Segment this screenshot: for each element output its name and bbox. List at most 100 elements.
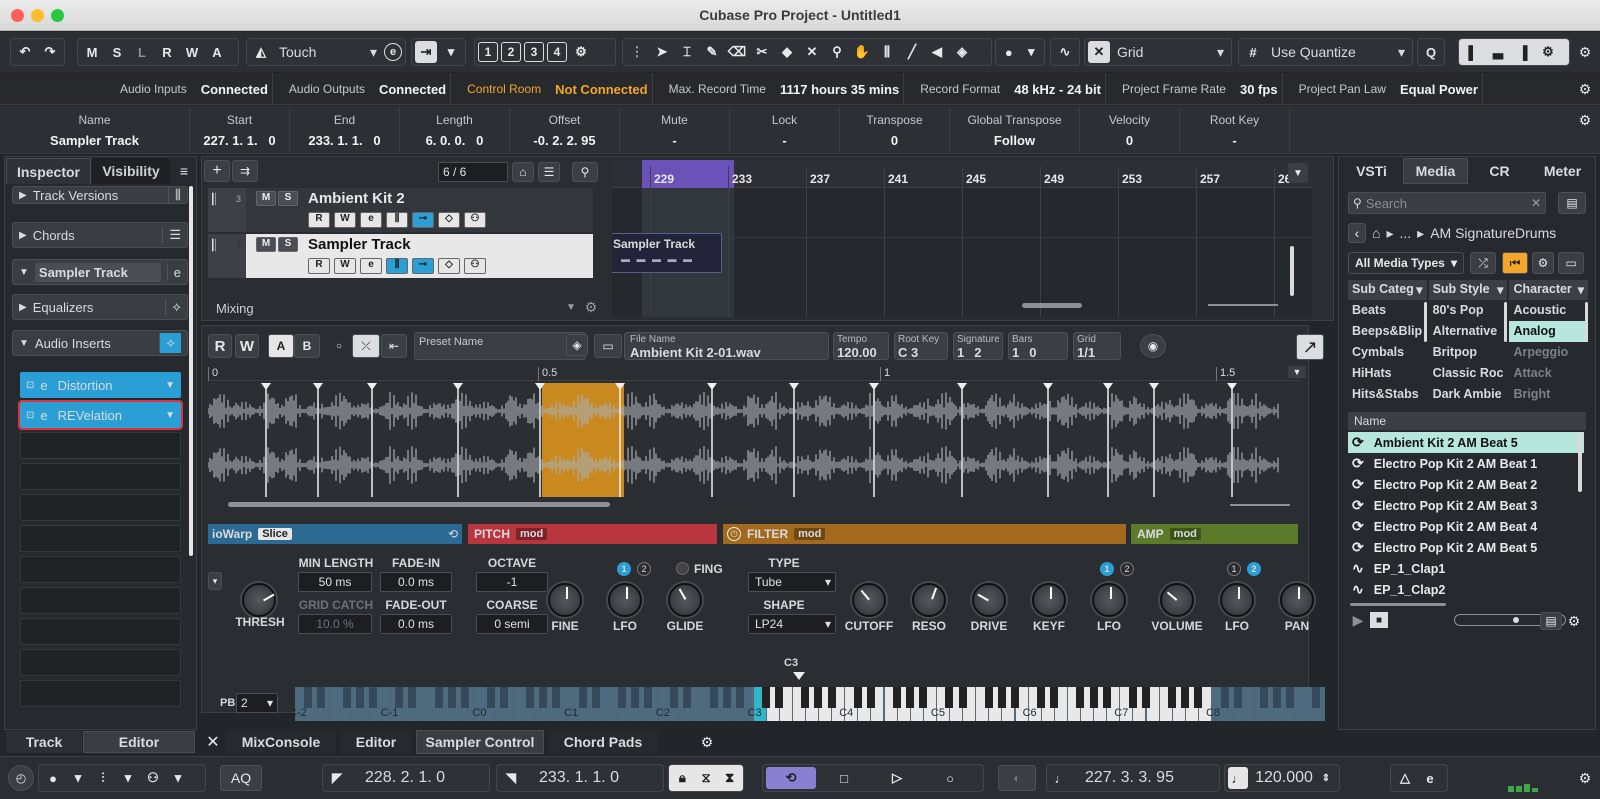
black-key[interactable] xyxy=(552,687,561,708)
sampler-track-event[interactable]: Sampler Track ▬ ▬ ▬ ▬ ▬ xyxy=(612,233,722,273)
record-mode-icon[interactable]: ● xyxy=(42,767,64,789)
media-back-icon[interactable]: ‹ xyxy=(1348,223,1366,243)
status-item[interactable]: Project Frame Rate 30 fps xyxy=(1122,73,1283,105)
track-folder-button[interactable]: ⚇ xyxy=(464,258,486,274)
media-filter-item[interactable]: Bright xyxy=(1509,384,1588,405)
track-write-button[interactable]: W xyxy=(334,212,356,228)
black-key[interactable] xyxy=(827,687,836,708)
empty-insert-slot[interactable] xyxy=(20,618,181,645)
insert-edit-icon[interactable]: e xyxy=(40,378,47,393)
fade-out-field[interactable]: 0.0 ms xyxy=(380,614,452,634)
inspector-scrollbar[interactable] xyxy=(189,186,193,556)
black-key[interactable] xyxy=(526,687,535,708)
media-file-item[interactable]: ⟳ Ambient Kit 2 AM Beat 5 xyxy=(1348,432,1584,453)
param-tempo[interactable]: Tempo 120.00 xyxy=(833,332,889,360)
inspector-menu-icon[interactable]: ≡ xyxy=(175,162,193,180)
comp-icon[interactable]: ⫼ xyxy=(876,41,898,63)
metronome-sync-icon[interactable]: ◐ xyxy=(998,765,1036,791)
info-field-lock[interactable]: Lock - xyxy=(730,106,840,154)
slice-marker-handle[interactable] xyxy=(869,383,879,390)
column-scrollbar[interactable] xyxy=(1585,302,1588,342)
track-mute-button[interactable]: M xyxy=(256,191,276,206)
redo-icon[interactable]: ↷ xyxy=(39,41,61,63)
track-edit-button[interactable]: e xyxy=(360,258,382,274)
preview-options-icon[interactable]: ▤ xyxy=(1540,612,1562,630)
zoom-tool-icon[interactable]: ⚲ xyxy=(826,41,848,63)
add-track-icon[interactable]: + xyxy=(204,160,230,182)
inspector-section-audio-inserts[interactable]: ▼ Audio Inserts ⟡ xyxy=(12,330,188,356)
filter-power-icon[interactable]: ⏻ xyxy=(727,527,741,541)
track-lane-button[interactable]: ◇ xyxy=(438,212,460,228)
black-key[interactable] xyxy=(1286,687,1294,708)
warp-mode-badge[interactable]: Slice xyxy=(258,528,292,540)
waveform-display[interactable] xyxy=(208,383,1300,497)
black-key[interactable] xyxy=(591,687,600,708)
info-field-transpose[interactable]: Transpose 0 xyxy=(840,106,950,154)
black-key[interactable] xyxy=(1272,687,1281,708)
transport-settings-icon[interactable]: ⚙ xyxy=(1575,768,1595,788)
info-field-velocity[interactable]: Velocity 0 xyxy=(1080,106,1180,154)
slice-marker-handle[interactable] xyxy=(313,383,323,390)
snap-icon[interactable]: ✕ xyxy=(1088,41,1110,63)
object-selection-icon[interactable]: ➤ xyxy=(651,41,673,63)
pan-knob[interactable] xyxy=(1280,583,1314,617)
empty-insert-slot[interactable] xyxy=(20,432,181,459)
tempo-stepper-icon[interactable]: ⇕ xyxy=(1316,767,1336,789)
track-inout-button[interactable]: ⊸ xyxy=(412,212,434,228)
lower-tab-editor[interactable]: Editor xyxy=(340,730,412,754)
track-search-icon[interactable]: ⚲ xyxy=(572,162,598,182)
filter-lfo2-indicator[interactable]: 2 xyxy=(1120,562,1134,576)
inspector-section-track-versions[interactable]: ▶ Track Versions ⫼ xyxy=(12,186,188,204)
sample-ruler-menu-icon[interactable]: ▼ xyxy=(1288,366,1306,378)
filter-mod-badge[interactable]: mod xyxy=(794,528,826,540)
black-key[interactable] xyxy=(617,687,626,708)
tab-visibility[interactable]: Visibility xyxy=(92,158,170,184)
snap-zero-crossing-icon[interactable]: ∿ xyxy=(1054,41,1076,63)
left-locator-display[interactable]: 228. 2. 1. 0 xyxy=(351,769,445,787)
record-enable-icon[interactable]: ◉ xyxy=(1140,334,1166,358)
auto-quantize-button[interactable]: AQ xyxy=(220,765,262,791)
media-view-icon[interactable]: ▤ xyxy=(1558,192,1586,214)
inspector-section-chords[interactable]: ▶ Chords ☰ xyxy=(12,222,188,248)
close-lower-zone-icon[interactable]: ✕ xyxy=(203,732,223,752)
metronome-icon[interactable]: △ xyxy=(1394,767,1416,789)
black-key[interactable] xyxy=(342,687,351,708)
metronome-edit-icon[interactable]: e xyxy=(1419,767,1441,789)
black-key[interactable] xyxy=(1010,687,1019,708)
grid-catch-field[interactable]: 10.0 % xyxy=(298,614,372,634)
track-mute-button[interactable]: M xyxy=(256,237,276,252)
info-field-start[interactable]: Start 227. 1. 1. 0 xyxy=(190,106,290,154)
info-field-offset[interactable]: Offset -0. 2. 2. 95 xyxy=(510,106,620,154)
file-list-h-scrollbar[interactable] xyxy=(1350,603,1446,606)
black-key[interactable] xyxy=(683,687,692,708)
status-item[interactable]: Max. Record Time 1117 hours 35 mins xyxy=(669,73,905,105)
speaker-icon[interactable]: ◀ xyxy=(926,41,948,63)
param-grid[interactable]: Grid 1/1 xyxy=(1073,332,1121,360)
home-icon[interactable]: ⌂ xyxy=(512,162,534,182)
black-key[interactable] xyxy=(447,687,456,708)
tab-track[interactable]: Track xyxy=(6,731,82,753)
black-key[interactable] xyxy=(1181,687,1190,708)
track-solo-button[interactable]: S xyxy=(278,191,298,206)
slice-marker-handle[interactable] xyxy=(1227,383,1237,390)
lfo-knob[interactable] xyxy=(608,583,642,617)
tempo-display[interactable]: 120.000 xyxy=(1251,769,1313,787)
track-name[interactable]: Ambient Kit 2 xyxy=(308,190,405,207)
media-home-icon[interactable]: ⌂ xyxy=(1372,225,1380,241)
slice-marker-handle[interactable] xyxy=(453,383,463,390)
left-locator-icon[interactable]: ◤ xyxy=(326,767,348,789)
glue-icon[interactable]: ◆ xyxy=(776,41,798,63)
a-button[interactable]: A xyxy=(268,334,294,358)
lower-tab-mixconsole[interactable]: MixConsole xyxy=(226,730,336,754)
track-solo-button[interactable]: S xyxy=(278,237,298,252)
black-key[interactable] xyxy=(1220,687,1229,708)
black-key[interactable] xyxy=(460,687,469,708)
slice-marker-handle[interactable] xyxy=(535,383,545,390)
black-key[interactable] xyxy=(1076,687,1085,708)
inspector-section-sampler-track[interactable]: ▼ Sampler Track e xyxy=(12,259,188,285)
media-filter-item[interactable]: Beats xyxy=(1348,300,1427,321)
empty-insert-slot[interactable] xyxy=(20,463,181,490)
automation-mode-dropdown[interactable]: Touch ▾ xyxy=(275,44,381,61)
black-key[interactable] xyxy=(906,687,915,708)
black-key[interactable] xyxy=(316,687,325,708)
